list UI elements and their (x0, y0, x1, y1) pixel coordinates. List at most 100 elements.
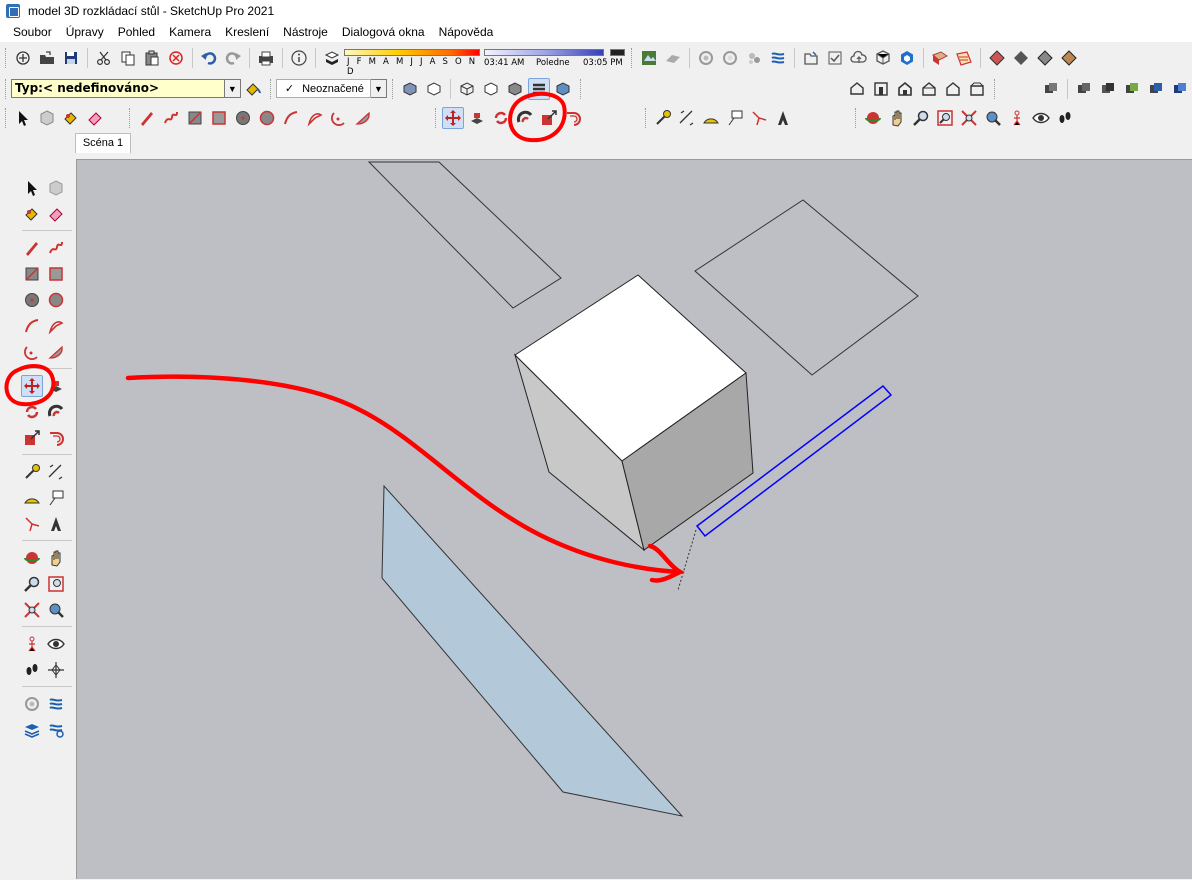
make-component-icon[interactable] (36, 107, 58, 129)
scale-icon[interactable] (21, 427, 43, 449)
select-arrow-icon[interactable] (12, 107, 34, 129)
iso-view-icon[interactable] (846, 78, 868, 100)
zoom-icon[interactable] (21, 573, 43, 595)
orbit-icon[interactable] (21, 547, 43, 569)
rotated-rectangle-icon[interactable] (45, 263, 67, 285)
textured-style-icon[interactable] (1058, 47, 1080, 69)
copy-icon[interactable] (117, 47, 139, 69)
component-a-icon[interactable] (1073, 78, 1095, 100)
menu-nastroje[interactable]: Nástroje (276, 22, 335, 42)
menu-dialogova-okna[interactable]: Dialogová okna (335, 22, 432, 42)
zoom-extents-icon[interactable] (21, 599, 43, 621)
axes-icon[interactable] (21, 513, 43, 535)
display-shadows-icon[interactable] (321, 47, 343, 69)
redo-icon[interactable] (222, 47, 244, 69)
freehand-icon[interactable] (45, 237, 67, 259)
undo-icon[interactable] (198, 47, 220, 69)
section-plane-icon[interactable] (929, 47, 951, 69)
line-pencil-icon[interactable] (136, 107, 158, 129)
offset-icon[interactable] (562, 107, 584, 129)
sandbox-drape-icon[interactable] (743, 47, 765, 69)
rotated-rectangle-icon[interactable] (208, 107, 230, 129)
arc-icon[interactable] (21, 315, 43, 337)
walk-icon[interactable] (1054, 107, 1076, 129)
shaded-textures-icon[interactable] (528, 77, 550, 100)
menu-kresleni[interactable]: Kreslení (218, 22, 276, 42)
sandbox-settings-icon[interactable] (45, 719, 67, 741)
print-icon[interactable] (255, 47, 277, 69)
follow-me-icon[interactable] (45, 401, 67, 423)
component-e-icon[interactable] (1169, 78, 1191, 100)
follow-me-icon[interactable] (514, 107, 536, 129)
left-view-icon[interactable] (966, 78, 988, 100)
chevron-down-icon[interactable]: ▼ (370, 79, 387, 98)
menu-upravy[interactable]: Úpravy (59, 22, 111, 42)
wireframe-icon[interactable] (456, 78, 478, 100)
top-view-icon[interactable] (870, 78, 892, 100)
make-component-icon[interactable] (45, 177, 67, 199)
zoom-window-icon[interactable] (45, 573, 67, 595)
freehand-icon[interactable] (160, 107, 182, 129)
monochrome-icon[interactable] (552, 78, 574, 100)
checkbox-icon[interactable] (824, 47, 846, 69)
rotate-icon[interactable] (490, 107, 512, 129)
three-point-arc-icon[interactable] (328, 107, 350, 129)
circle-icon[interactable] (21, 289, 43, 311)
menu-kamera[interactable]: Kamera (162, 22, 218, 42)
rectangle-icon[interactable] (21, 263, 43, 285)
move-tool-icon[interactable] (442, 106, 464, 129)
save-icon[interactable] (60, 47, 82, 69)
3d-text-icon[interactable] (772, 107, 794, 129)
push-pull-icon[interactable] (466, 107, 488, 129)
pie-icon[interactable] (45, 341, 67, 363)
zoom-icon[interactable] (910, 107, 932, 129)
rotate-icon[interactable] (21, 401, 43, 423)
add-building-icon[interactable] (800, 47, 822, 69)
three-point-arc-icon[interactable] (21, 341, 43, 363)
xray-style-icon[interactable] (986, 47, 1008, 69)
position-camera-icon[interactable] (21, 633, 43, 655)
rectangle-icon[interactable] (184, 107, 206, 129)
paint-bucket-icon[interactable] (60, 107, 82, 129)
select-arrow-icon[interactable] (21, 177, 43, 199)
cloud-upload-icon[interactable] (848, 47, 870, 69)
shaded-icon[interactable] (504, 78, 526, 100)
sandbox-layers-icon[interactable] (21, 719, 43, 741)
tab-scena-1[interactable]: Scéna 1 (75, 133, 131, 153)
axes-icon[interactable] (748, 107, 770, 129)
3d-text-icon[interactable] (45, 513, 67, 535)
back-edges-icon[interactable] (423, 78, 445, 100)
arc-icon[interactable] (280, 107, 302, 129)
add-location-icon[interactable] (638, 47, 660, 69)
hidden-line-icon[interactable] (480, 78, 502, 100)
shadow-date-slider[interactable]: J F M A M J J A S O N D (344, 47, 484, 77)
look-around-icon[interactable] (1030, 107, 1052, 129)
xray-icon[interactable] (399, 78, 421, 100)
two-point-arc-icon[interactable] (304, 107, 326, 129)
component-c-icon[interactable] (1121, 78, 1143, 100)
sandbox-smoove-icon[interactable] (695, 47, 717, 69)
menu-napoveda[interactable]: Nápověda (432, 22, 501, 42)
dimension-icon[interactable] (676, 107, 698, 129)
paste-icon[interactable] (141, 47, 163, 69)
protractor-icon[interactable] (21, 487, 43, 509)
paint-bucket-icon[interactable] (21, 203, 43, 225)
menu-pohled[interactable]: Pohled (111, 22, 162, 42)
toggle-terrain-icon[interactable] (662, 47, 684, 69)
walk-icon[interactable] (21, 659, 43, 681)
dimension-icon[interactable] (45, 461, 67, 483)
hidden-line-style-icon[interactable] (1010, 47, 1032, 69)
look-around-icon[interactable] (45, 633, 67, 655)
pan-hand-icon[interactable] (886, 107, 908, 129)
entity-type-field[interactable]: Typ:< nedefinováno> (11, 79, 225, 98)
component-d-icon[interactable] (1145, 78, 1167, 100)
shaded-style-icon[interactable] (1034, 47, 1056, 69)
cut-icon[interactable] (93, 47, 115, 69)
component-b-icon[interactable] (1097, 78, 1119, 100)
section-plane-icon[interactable] (45, 659, 67, 681)
text-label-icon[interactable] (45, 487, 67, 509)
previous-view-icon[interactable] (982, 107, 1004, 129)
move-tool-icon[interactable] (21, 375, 43, 397)
extension-warehouse-icon[interactable] (896, 47, 918, 69)
back-view-icon[interactable] (942, 78, 964, 100)
